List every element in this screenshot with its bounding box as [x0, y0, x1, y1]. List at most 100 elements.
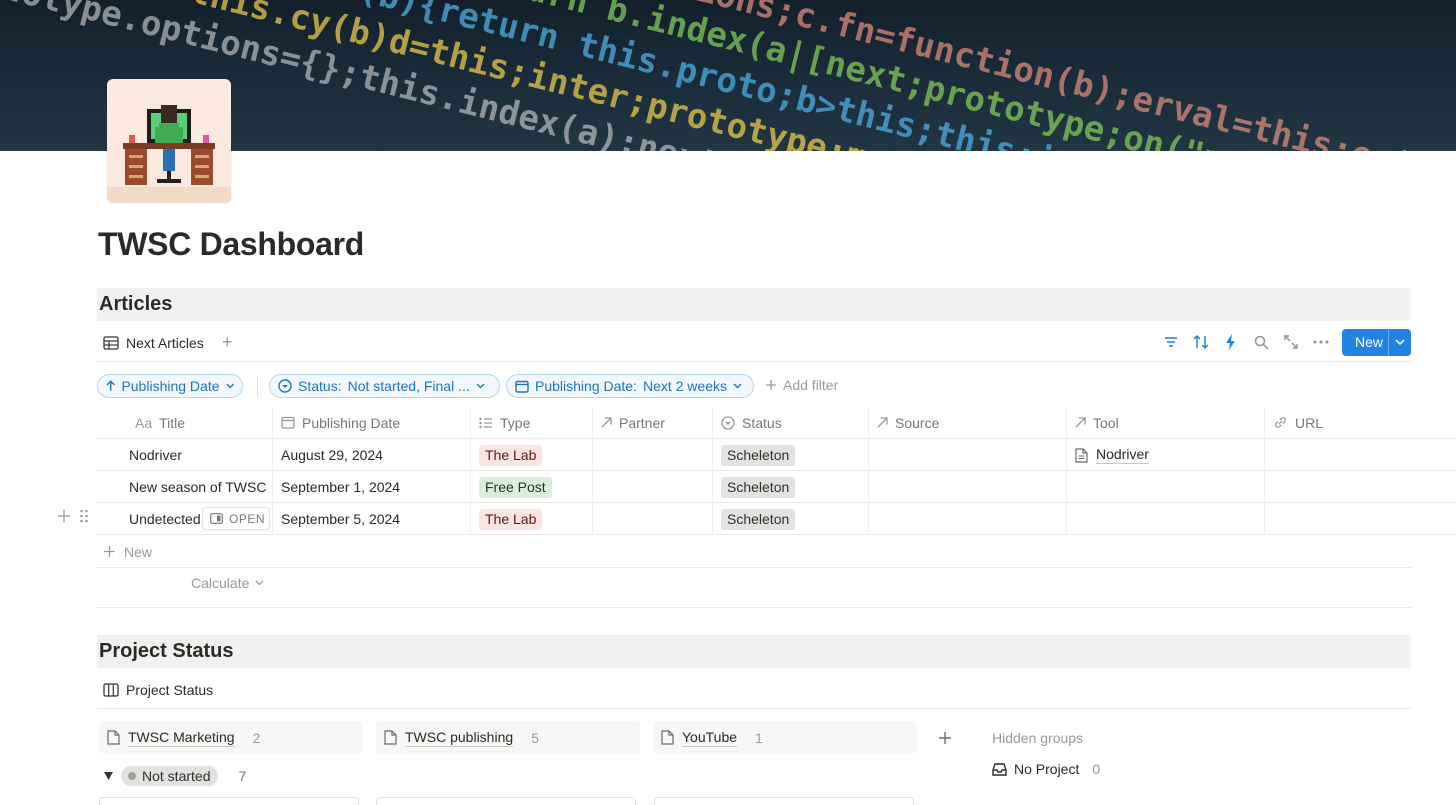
more-icon[interactable] [1306, 328, 1336, 356]
add-filter-button[interactable]: Add filter [765, 377, 838, 393]
cell-url[interactable] [1264, 503, 1456, 535]
calculate-dropdown[interactable]: Calculate [191, 575, 264, 591]
page-doc-icon [1075, 447, 1088, 463]
project-status-heading[interactable]: Project Status [99, 640, 233, 663]
articles-table: Aa Title Publishing Date Type Partner St… [97, 406, 1456, 535]
cell-title[interactable]: New season of TWSC [121, 471, 272, 503]
tool-name: Nodriver [1096, 446, 1149, 464]
cell-source[interactable] [868, 439, 1066, 471]
board-card[interactable] [99, 797, 359, 805]
filter-icon[interactable] [1156, 328, 1186, 356]
caret-down-icon[interactable] [104, 772, 113, 780]
filter-chip-publishing-date[interactable]: Publishing Date: Next 2 weeks [506, 374, 754, 398]
board-group-youtube[interactable]: YouTube 1 [653, 721, 917, 754]
cell-type[interactable]: Free Post [470, 471, 592, 503]
column-label: Tool [1093, 414, 1119, 431]
cell-url[interactable] [1264, 439, 1456, 471]
add-view-plus-icon[interactable]: + [222, 333, 233, 351]
column-header-partner[interactable]: Partner [592, 406, 712, 439]
no-project-count: 0 [1092, 761, 1101, 777]
automation-bolt-icon[interactable] [1216, 328, 1246, 356]
cell-status[interactable]: Scheleton [712, 503, 868, 535]
board-group-twsc-marketing[interactable]: TWSC Marketing 2 [99, 721, 363, 754]
sort-icon[interactable] [1186, 328, 1216, 356]
no-project-label: No Project [1014, 761, 1080, 777]
cell-type[interactable]: The Lab [470, 503, 592, 535]
cell-title[interactable]: Nodriver [121, 439, 272, 471]
chevron-down-icon [225, 383, 234, 389]
table-row[interactable]: New season of TWSC September 1, 2024 Fre… [97, 471, 1456, 503]
open-label: OPEN [229, 511, 266, 526]
filter-divider [257, 377, 258, 397]
cell-partner[interactable] [592, 471, 712, 503]
column-label: Publishing Date [302, 414, 401, 431]
tool-link[interactable]: Nodriver [1075, 446, 1149, 464]
status-tag: Scheleton [721, 476, 796, 498]
expand-icon[interactable] [1276, 328, 1306, 356]
calculate-label: Calculate [191, 575, 250, 591]
cell-source[interactable] [868, 503, 1066, 535]
divider [97, 607, 1411, 608]
search-icon[interactable] [1246, 328, 1276, 356]
row-handles [57, 509, 89, 523]
cell-tool[interactable] [1066, 471, 1264, 503]
articles-view-bar: Next Articles + New [97, 322, 1411, 362]
column-header-tool[interactable]: Tool [1066, 406, 1264, 439]
cell-publishing-date[interactable]: August 29, 2024 [272, 439, 470, 471]
column-header-publishing-date[interactable]: Publishing Date [272, 406, 470, 439]
chevron-down-icon[interactable] [1389, 339, 1411, 345]
add-new-row[interactable]: New [97, 536, 1411, 568]
articles-heading[interactable]: Articles [99, 293, 172, 316]
chevron-down-icon [733, 383, 742, 389]
cell-status[interactable]: Scheleton [712, 439, 868, 471]
plus-icon [766, 380, 776, 390]
status-group-count: 7 [238, 768, 247, 784]
drag-handle-icon[interactable] [79, 509, 89, 523]
board-card[interactable] [376, 797, 636, 805]
cell-publishing-date[interactable]: September 5, 2024 [272, 503, 470, 535]
board-group-twsc-publishing[interactable]: TWSC publishing 5 [376, 721, 640, 754]
page-title[interactable]: TWSC Dashboard [98, 226, 364, 263]
add-group-plus-icon[interactable] [930, 723, 960, 753]
tab-next-articles[interactable]: Next Articles [103, 334, 204, 352]
cell-type[interactable]: The Lab [470, 439, 592, 471]
cell-partner[interactable] [592, 439, 712, 471]
column-header-source[interactable]: Source [868, 406, 1066, 439]
desk-person-icon [107, 105, 231, 203]
add-row-plus-icon[interactable] [57, 509, 71, 523]
group-count: 2 [252, 729, 261, 746]
sort-chip-label: Publishing Date [121, 378, 220, 394]
open-row-button[interactable]: OPEN [202, 507, 270, 530]
cell-partner[interactable] [592, 503, 712, 535]
column-header-status[interactable]: Status [712, 406, 868, 439]
table-row[interactable]: Undetected OPEN September 5, 2024 The La… [97, 503, 1456, 535]
date-chip-key: Publishing Date: [535, 378, 637, 394]
hidden-group-no-project[interactable]: No Project 0 [992, 761, 1100, 777]
filter-chip-status[interactable]: Status: Not started, Final ... [269, 374, 500, 398]
status-group-not-started[interactable]: Not started 7 [104, 766, 246, 786]
tab-project-status[interactable]: Project Status [103, 681, 213, 699]
status-tag: Scheleton [721, 508, 796, 530]
sort-chip-publishing-date[interactable]: Publishing Date [97, 374, 243, 398]
column-header-type[interactable]: Type [470, 406, 592, 439]
cell-publishing-date[interactable]: September 1, 2024 [272, 471, 470, 503]
cell-tool[interactable]: Nodriver [1066, 439, 1264, 471]
column-label: Partner [619, 414, 665, 431]
relation-arrow-icon [1075, 417, 1086, 428]
page-doc-icon [107, 730, 120, 745]
chevron-down-icon [476, 383, 485, 389]
cell-url[interactable] [1264, 471, 1456, 503]
page-icon-image[interactable] [107, 79, 231, 203]
column-header-url[interactable]: URL [1264, 406, 1456, 439]
plus-icon [104, 546, 115, 557]
cell-source[interactable] [868, 471, 1066, 503]
status-pill-label: Not started [142, 768, 211, 784]
column-header-title[interactable]: Aa Title [127, 406, 272, 439]
cell-status[interactable]: Scheleton [712, 471, 868, 503]
new-entry-button[interactable]: New [1342, 328, 1411, 356]
board-card[interactable] [654, 797, 914, 805]
table-row[interactable]: Nodriver August 29, 2024 The Lab Schelet… [97, 439, 1456, 471]
hidden-groups-label: Hidden groups [992, 730, 1084, 746]
status-chip-value: Not started, Final ... [347, 378, 470, 394]
cell-tool[interactable] [1066, 503, 1264, 535]
